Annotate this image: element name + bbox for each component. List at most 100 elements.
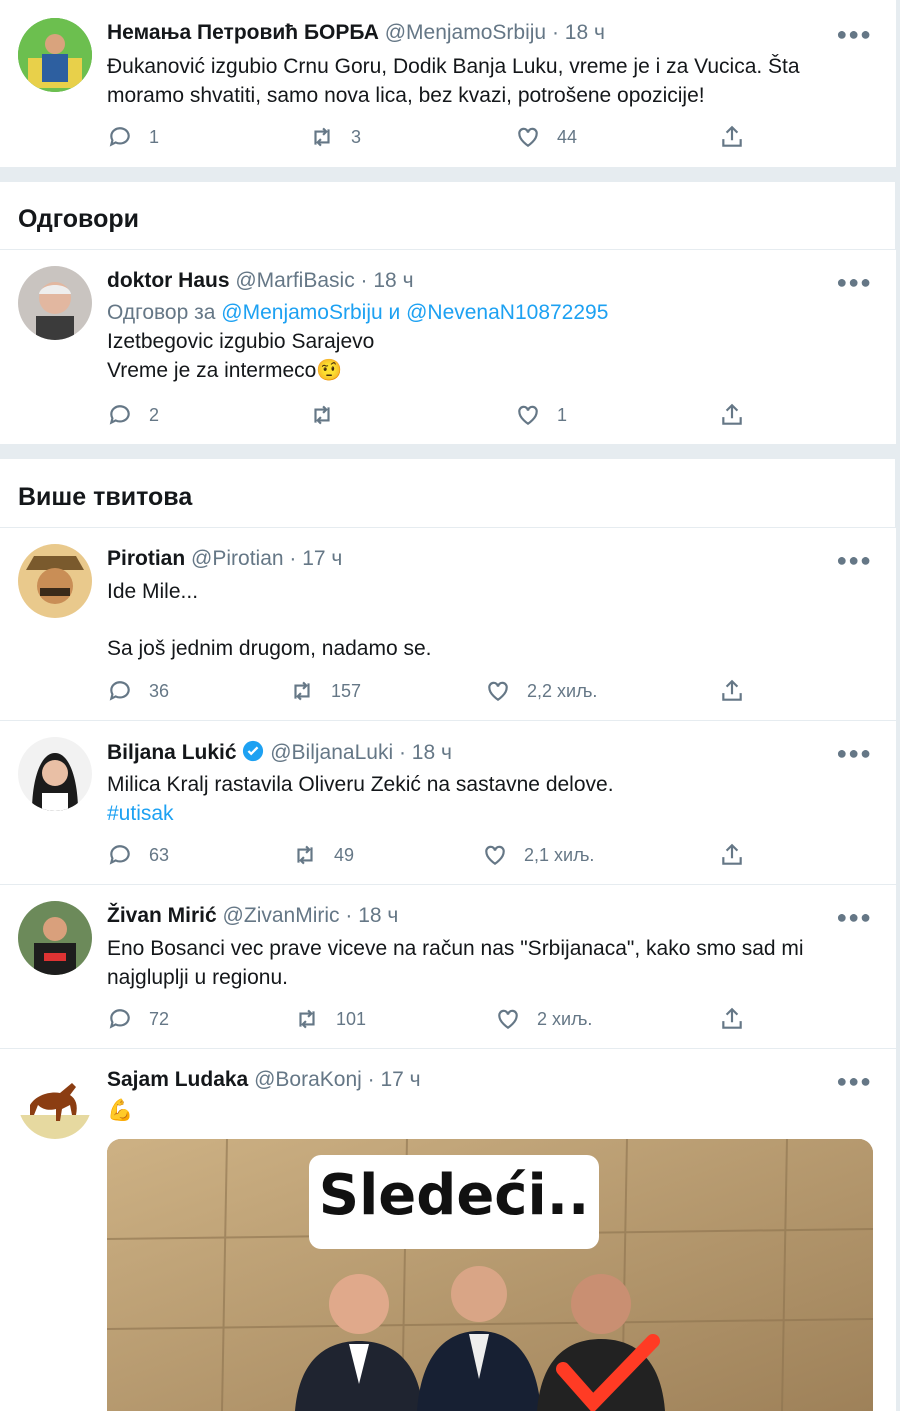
author-name[interactable]: doktor Haus	[107, 269, 230, 292]
like-button[interactable]: 2,1 хиљ.	[482, 842, 594, 868]
reply-icon	[109, 845, 130, 865]
retweet-count: 101	[336, 1008, 367, 1029]
retweet-button[interactable]	[309, 402, 351, 428]
author-handle[interactable]: @Pirotian	[191, 547, 284, 570]
retweet-button[interactable]: 101	[294, 1006, 366, 1032]
section-separator	[0, 445, 896, 459]
mention-link[interactable]: @MenjamoSrbiju	[221, 301, 382, 324]
avatar[interactable]	[18, 266, 92, 340]
avatar[interactable]	[18, 737, 92, 811]
reply-count: 1	[149, 126, 160, 147]
tweet-actions: 2 1	[107, 402, 757, 432]
like-count: 1	[557, 404, 568, 425]
tweet-time[interactable]: · 18 ч	[345, 904, 398, 927]
mention-link[interactable]: @NevenaN10872295	[406, 301, 608, 324]
tweet-text: Milica Kralj rastavila Oliveru Zekić na …	[107, 770, 867, 828]
tweet-time[interactable]: · 18 ч	[361, 269, 414, 292]
more-icon[interactable]: ●●●	[836, 1071, 872, 1092]
like-icon	[498, 1009, 518, 1029]
tweet-actions: 63 49 2,1 хиљ.	[107, 842, 757, 872]
avatar[interactable]	[18, 18, 92, 92]
tweet[interactable]: Živan Mirić @ZivanMiric · 18 ч ●●● Eno B…	[0, 885, 896, 1049]
tweet[interactable]: Pirotian @Pirotian · 17 ч ●●● Ide Mile..…	[0, 528, 896, 721]
tweet-text-line: Milica Kralj rastavila Oliveru Zekić na …	[107, 773, 614, 796]
tweet-text-line: Đukanović izgubio Crnu Goru, Dodik Banja…	[107, 55, 800, 78]
more-icon[interactable]: ●●●	[836, 272, 872, 293]
section-title-more-tweets: Више твитова	[18, 483, 193, 511]
tweet-text: Ide Mile... Sa još jednim drugom, nadamo…	[107, 577, 867, 663]
tweet-main[interactable]: Немања Петровић БОРБА @MenjamoSrbiju · 1…	[0, 0, 896, 168]
reply-button[interactable]: 36	[107, 678, 169, 704]
reply-icon	[109, 405, 130, 425]
like-count: 2,2 хиљ.	[527, 680, 598, 701]
tweet-text-line: Ide Mile...	[107, 580, 199, 603]
retweet-count: 49	[334, 844, 355, 865]
share-button[interactable]	[719, 124, 761, 150]
share-button[interactable]	[719, 1006, 761, 1032]
share-button[interactable]	[719, 402, 761, 428]
avatar[interactable]	[18, 901, 92, 975]
retweet-button[interactable]: 3	[309, 124, 361, 150]
reply-icon	[109, 681, 130, 701]
reply-button[interactable]: 72	[107, 1006, 169, 1032]
tweet-media-image[interactable]: Sledeći..	[107, 1139, 873, 1411]
section-separator	[0, 168, 896, 182]
author-name[interactable]: Pirotian	[107, 547, 185, 570]
author-handle[interactable]: @BoraKonj	[254, 1068, 362, 1091]
reply-button[interactable]: 2	[107, 402, 159, 428]
avatar[interactable]	[18, 544, 92, 618]
tweet[interactable]: Sajam Ludaka @BoraKonj · 17 ч ●●● 💪 Sled…	[0, 1049, 896, 1411]
reply-count: 36	[149, 680, 170, 701]
retweet-button[interactable]: 49	[292, 842, 354, 868]
reply-context: Одговор за @MenjamoSrbiju и @NevenaN1087…	[107, 298, 867, 327]
reply-button[interactable]: 63	[107, 842, 169, 868]
author-name[interactable]: Sajam Ludaka	[107, 1068, 248, 1091]
share-icon	[722, 125, 742, 147]
avatar[interactable]	[18, 1065, 92, 1139]
tweet-text-line: Izetbegovic izgubio Sarajevo	[107, 330, 375, 353]
author-handle[interactable]: @BiljanaLuki	[270, 741, 393, 764]
like-count: 2 хиљ.	[537, 1008, 593, 1029]
more-icon[interactable]: ●●●	[836, 550, 872, 571]
tweet-text-line: moramo shvatiti, samo nova lica, bez kva…	[107, 84, 705, 107]
author-handle[interactable]: @MarfiBasic	[235, 269, 354, 292]
author-handle[interactable]: @MenjamoSrbiju	[385, 21, 546, 44]
hashtag-link[interactable]: #utisak	[107, 799, 867, 828]
author-name[interactable]: Biljana Lukić	[107, 741, 237, 764]
author-name[interactable]: Немања Петровић БОРБА	[107, 21, 379, 44]
like-button[interactable]: 2,2 хиљ.	[485, 678, 597, 704]
share-button[interactable]	[719, 678, 761, 704]
tweet-text: Đukanović izgubio Crnu Goru, Dodik Banja…	[107, 52, 867, 110]
tweet-actions: 36 157 2,2 хиљ.	[107, 678, 757, 708]
like-count: 2,1 хиљ.	[524, 844, 595, 865]
reply-count: 72	[149, 1008, 170, 1029]
tweet-time[interactable]: · 17 ч	[368, 1068, 421, 1091]
like-button[interactable]: 2 хиљ.	[495, 1006, 592, 1032]
tweet-reply[interactable]: doktor Haus @MarfiBasic · 18 ч ●●● Одгов…	[0, 250, 896, 445]
tweet-text-line: najgluplji u regionu.	[107, 966, 288, 989]
share-icon	[722, 403, 742, 425]
author-handle[interactable]: @ZivanMiric	[223, 904, 340, 927]
more-icon[interactable]: ●●●	[836, 24, 872, 45]
tweet-time[interactable]: · 18 ч	[552, 21, 605, 44]
share-button[interactable]	[719, 842, 761, 868]
more-icon[interactable]: ●●●	[836, 907, 872, 928]
section-title-replies: Одговори	[18, 205, 139, 233]
tweet-time[interactable]: · 17 ч	[289, 547, 342, 570]
share-icon	[722, 1007, 742, 1029]
reply-button[interactable]: 1	[107, 124, 159, 150]
retweet-icon	[299, 1009, 315, 1029]
like-button[interactable]: 1	[515, 402, 567, 428]
like-icon	[485, 845, 505, 865]
reply-count: 2	[149, 404, 160, 425]
tweet[interactable]: Biljana Lukić @BiljanaLuki · 18 ч ●●● Mi…	[0, 721, 896, 885]
like-button[interactable]: 44	[515, 124, 577, 150]
tweet-time[interactable]: · 18 ч	[399, 741, 452, 764]
author-name[interactable]: Živan Mirić	[107, 904, 217, 927]
more-icon[interactable]: ●●●	[836, 743, 872, 764]
retweet-icon	[294, 681, 310, 701]
like-icon	[518, 405, 538, 425]
tweet-text-line: Sa još jednim drugom, nadamo se.	[107, 637, 432, 660]
retweet-button[interactable]: 157	[289, 678, 361, 704]
